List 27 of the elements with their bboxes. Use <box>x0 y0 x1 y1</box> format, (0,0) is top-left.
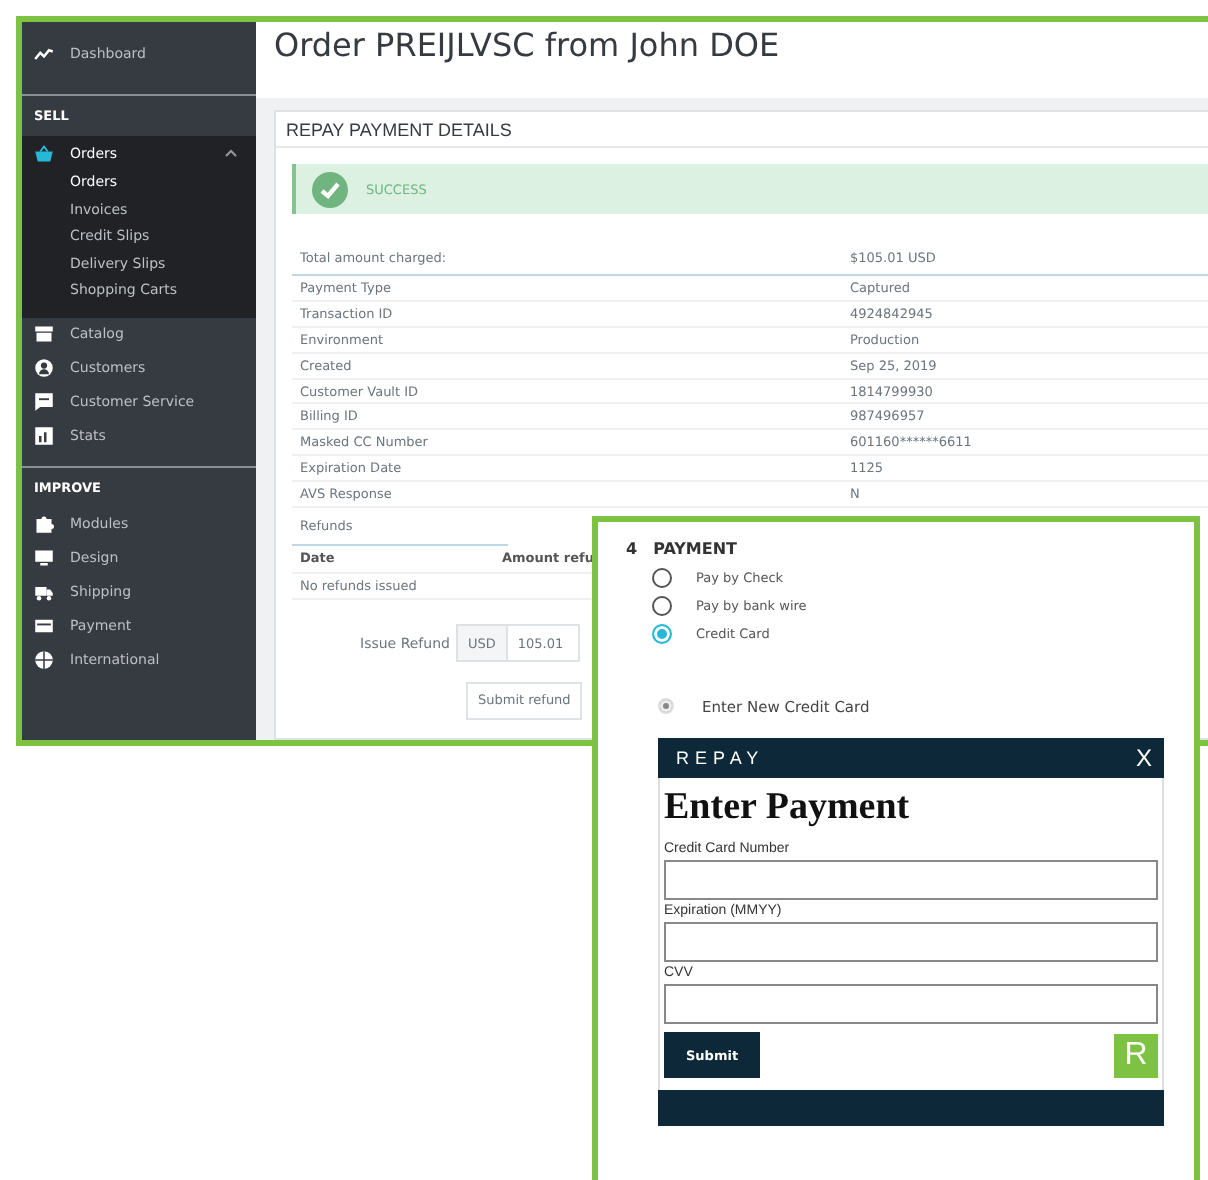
radio-button[interactable] <box>652 568 672 588</box>
bar-chart-icon <box>34 426 54 446</box>
check-circle-icon <box>312 171 348 207</box>
chat-icon <box>34 392 54 412</box>
globe-icon <box>34 650 54 670</box>
form-title: Enter Payment <box>664 786 912 830</box>
close-button[interactable]: X <box>1131 744 1156 772</box>
basket-icon <box>34 143 54 163</box>
caret-icon[interactable] <box>224 148 238 158</box>
store-icon <box>34 324 54 344</box>
user-circle-icon <box>34 358 54 378</box>
radio-button[interactable] <box>652 596 672 616</box>
logo: REPAY <box>676 748 765 768</box>
truck-icon <box>34 582 54 602</box>
panel-title: REPAY PAYMENT DETAILS <box>286 119 512 139</box>
input-field[interactable] <box>664 860 1158 900</box>
chart-line-icon <box>34 43 54 63</box>
puzzle-icon <box>34 514 54 534</box>
step-number: 4 <box>626 540 638 558</box>
input-field[interactable] <box>664 984 1158 1024</box>
logo-badge: R <box>1114 1033 1158 1077</box>
input-field[interactable] <box>664 922 1158 962</box>
page-title: Order PREIJLVSC from John DOE <box>272 24 782 68</box>
radio-button[interactable] <box>652 624 672 644</box>
card-icon <box>34 616 54 636</box>
step-title: PAYMENT <box>653 540 738 558</box>
monitor-icon <box>34 548 54 568</box>
